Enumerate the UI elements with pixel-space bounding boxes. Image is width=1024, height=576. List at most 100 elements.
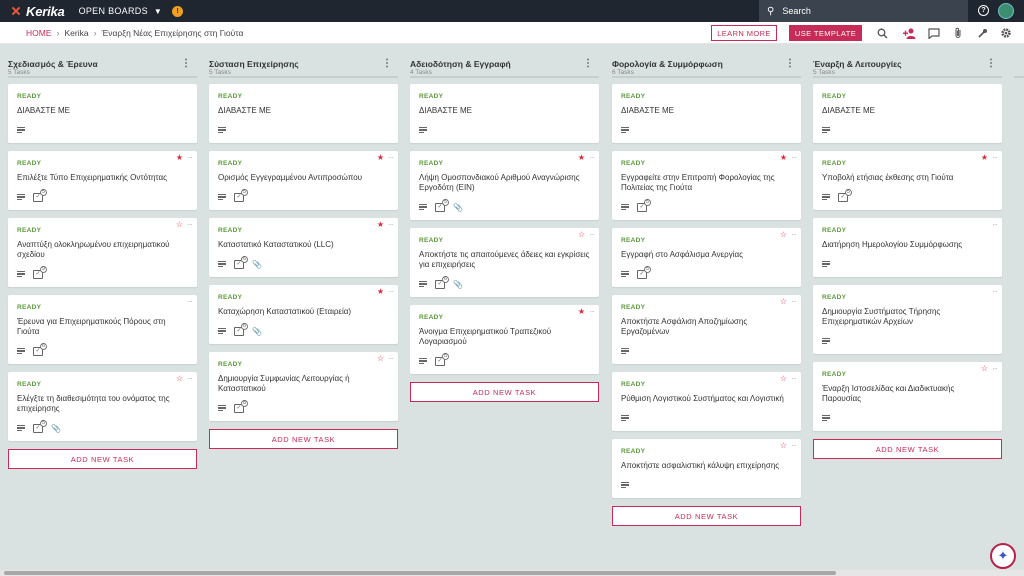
- notification-badge-icon[interactable]: !: [172, 5, 184, 17]
- assistant-sparkle-button[interactable]: ✦: [990, 543, 1016, 569]
- column-menu-icon[interactable]: ⋮: [785, 58, 795, 69]
- task-card[interactable]: ☆... READY Αποκτήστε ασφαλιστική κάλυψη …: [612, 439, 801, 498]
- more-options-icon[interactable]: ...: [590, 230, 595, 237]
- star-filled-icon[interactable]: ★: [578, 308, 585, 316]
- star-outline-icon[interactable]: ☆: [780, 231, 787, 239]
- chat-icon[interactable]: [927, 26, 941, 40]
- column-menu-icon[interactable]: ⋮: [583, 58, 593, 69]
- task-card[interactable]: ★... READY Επιλέξτε Τύπο Επιχειρηματικής…: [8, 151, 197, 210]
- user-avatar[interactable]: [998, 3, 1014, 19]
- add-person-icon[interactable]: [903, 26, 917, 40]
- star-outline-icon[interactable]: ☆: [780, 298, 787, 306]
- more-options-icon[interactable]: ...: [188, 153, 193, 160]
- attachment-icon[interactable]: [951, 26, 965, 40]
- task-card[interactable]: ☆... READY Ελέγξτε τη διαθεσιμότητα του …: [8, 372, 197, 441]
- star-outline-icon[interactable]: ☆: [176, 375, 183, 383]
- column-menu-icon[interactable]: ⋮: [382, 58, 392, 69]
- use-template-button[interactable]: USE TEMPLATE: [789, 25, 862, 41]
- task-card[interactable]: ☆... READY Ρύθμιση Λογιστικού Συστήματος…: [612, 372, 801, 431]
- search-icon[interactable]: [875, 26, 889, 40]
- star-filled-icon[interactable]: ★: [377, 154, 384, 162]
- more-options-icon[interactable]: ...: [389, 287, 394, 294]
- open-boards-menu[interactable]: OPEN BOARDS ▼: [79, 6, 163, 16]
- star-outline-icon[interactable]: ☆: [578, 231, 585, 239]
- more-options-icon[interactable]: ...: [590, 153, 595, 160]
- column-menu-icon[interactable]: ⋮: [986, 58, 996, 69]
- star-outline-icon[interactable]: ☆: [981, 365, 988, 373]
- task-card[interactable]: ☆... READY Έναρξη Ιστοσελίδας και Διαδικ…: [813, 362, 1002, 431]
- column-menu-icon[interactable]: ⋮: [181, 58, 191, 69]
- scrollbar-thumb[interactable]: [4, 571, 836, 575]
- task-card[interactable]: ★... READY Ορισμός Εγγεγραμμένου Αντιπρο…: [209, 151, 398, 210]
- more-options-icon[interactable]: ...: [792, 441, 797, 448]
- breadcrumb-org[interactable]: Kerika: [65, 28, 89, 38]
- learn-more-button[interactable]: LEARN MORE: [711, 25, 777, 41]
- add-new-task-button[interactable]: ADD NEW TASK: [209, 429, 398, 449]
- more-options-icon[interactable]: ...: [792, 374, 797, 381]
- more-options-icon[interactable]: ...: [792, 153, 797, 160]
- task-title: ΔΙΑΒΑΣΤΕ ΜΕ: [419, 106, 472, 115]
- help-icon[interactable]: ?: [978, 5, 989, 16]
- task-card[interactable]: READY ΔΙΑΒΑΣΤΕ ΜΕ: [410, 84, 599, 143]
- star-outline-icon[interactable]: ☆: [377, 355, 384, 363]
- more-options-icon[interactable]: ...: [389, 153, 394, 160]
- star-filled-icon[interactable]: ★: [981, 154, 988, 162]
- more-options-icon[interactable]: ...: [389, 354, 394, 361]
- more-options-icon[interactable]: ...: [188, 297, 193, 304]
- column-title[interactable]: Φορολογία & Συμμόρφωση: [612, 59, 723, 69]
- task-card[interactable]: READY ΔΙΑΒΑΣΤΕ ΜΕ: [209, 84, 398, 143]
- more-options-icon[interactable]: ...: [188, 374, 193, 381]
- task-card[interactable]: ★... READY Καταστατικό Καταστατικού (LLC…: [209, 218, 398, 277]
- task-card[interactable]: ☆... READY Δημιουργία Συμφωνίας Λειτουργ…: [209, 352, 398, 421]
- task-card[interactable]: READY ΔΙΑΒΑΣΤΕ ΜΕ: [813, 84, 1002, 143]
- task-card[interactable]: ★... READY Άνοιγμα Επιχειρηματικού Τραπε…: [410, 305, 599, 374]
- horizontal-scrollbar[interactable]: [0, 570, 1024, 576]
- column-task-count: 5 Tasks: [209, 69, 231, 76]
- more-options-icon[interactable]: ...: [792, 297, 797, 304]
- task-card[interactable]: ★... READY Εγγραφείτε στην Επιτροπή Φορο…: [612, 151, 801, 220]
- task-card[interactable]: READY ΔΙΑΒΑΣΤΕ ΜΕ: [8, 84, 197, 143]
- more-options-icon[interactable]: ...: [993, 287, 998, 294]
- task-card[interactable]: ☆... READY Αναπτύξη ολοκληρωμένου επιχει…: [8, 218, 197, 287]
- star-filled-icon[interactable]: ★: [780, 154, 787, 162]
- star-outline-icon[interactable]: ☆: [780, 375, 787, 383]
- task-card[interactable]: ... READY Δημιουργία Συστήματος Τήρησης …: [813, 285, 1002, 354]
- more-options-icon[interactable]: ...: [993, 364, 998, 371]
- task-card[interactable]: ★... READY Καταχώρηση Καταστατικού (Εται…: [209, 285, 398, 344]
- tools-icon[interactable]: [975, 26, 989, 40]
- search-placeholder: Search: [782, 6, 811, 16]
- more-options-icon[interactable]: ...: [389, 220, 394, 227]
- more-options-icon[interactable]: ...: [590, 307, 595, 314]
- more-options-icon[interactable]: ...: [993, 153, 998, 160]
- task-card[interactable]: ... READY Διατήρηση Ημερολογίου Συμμόρφω…: [813, 218, 1002, 277]
- task-card[interactable]: ★... READY Λήψη Ομοσπονδιακού Αριθμού Αν…: [410, 151, 599, 220]
- column-title[interactable]: Σχεδιασμός & Έρευνα: [8, 59, 98, 69]
- add-new-task-button[interactable]: ADD NEW TASK: [410, 382, 599, 402]
- more-options-icon[interactable]: ...: [188, 220, 193, 227]
- more-options-icon[interactable]: ...: [792, 230, 797, 237]
- star-filled-icon[interactable]: ★: [176, 154, 183, 162]
- star-filled-icon[interactable]: ★: [377, 288, 384, 296]
- column-header: Φορολογία & Συμμόρφωση 6 Tasks ⋮: [612, 44, 801, 78]
- add-new-task-button[interactable]: ADD NEW TASK: [612, 506, 801, 526]
- task-card[interactable]: ... READY Έρευνα για Επιχειρηματικούς Πό…: [8, 295, 197, 364]
- star-filled-icon[interactable]: ★: [377, 221, 384, 229]
- more-options-icon[interactable]: ...: [993, 220, 998, 227]
- column-title[interactable]: Αδειοδότηση & Εγγραφή: [410, 59, 511, 69]
- search-input[interactable]: ⚲ Search: [759, 0, 968, 22]
- gear-icon[interactable]: [999, 26, 1013, 40]
- column-title[interactable]: Σύσταση Επιχείρησης: [209, 59, 299, 69]
- task-card[interactable]: ☆... READY Αποκτήστε Ασφάλιση Αποζημίωση…: [612, 295, 801, 364]
- task-card[interactable]: READY ΔΙΑΒΑΣΤΕ ΜΕ: [612, 84, 801, 143]
- kerika-logo[interactable]: Kerika: [10, 4, 65, 19]
- add-new-task-button[interactable]: ADD NEW TASK: [813, 439, 1002, 459]
- star-outline-icon[interactable]: ☆: [176, 221, 183, 229]
- breadcrumb-home[interactable]: HOME: [26, 28, 52, 38]
- task-card[interactable]: ☆... READY Εγγραφή στο Ασφάλισμα Ανεργία…: [612, 228, 801, 287]
- star-filled-icon[interactable]: ★: [578, 154, 585, 162]
- task-card[interactable]: ★... READY Υποβολή ετήσιας έκθεσης στη Γ…: [813, 151, 1002, 210]
- task-card[interactable]: ☆... READY Αποκτήστε τις απαιτούμενες άδ…: [410, 228, 599, 297]
- star-outline-icon[interactable]: ☆: [780, 442, 787, 450]
- column-title[interactable]: Έναρξη & Λειτουργίες: [813, 59, 902, 69]
- add-new-task-button[interactable]: ADD NEW TASK: [8, 449, 197, 469]
